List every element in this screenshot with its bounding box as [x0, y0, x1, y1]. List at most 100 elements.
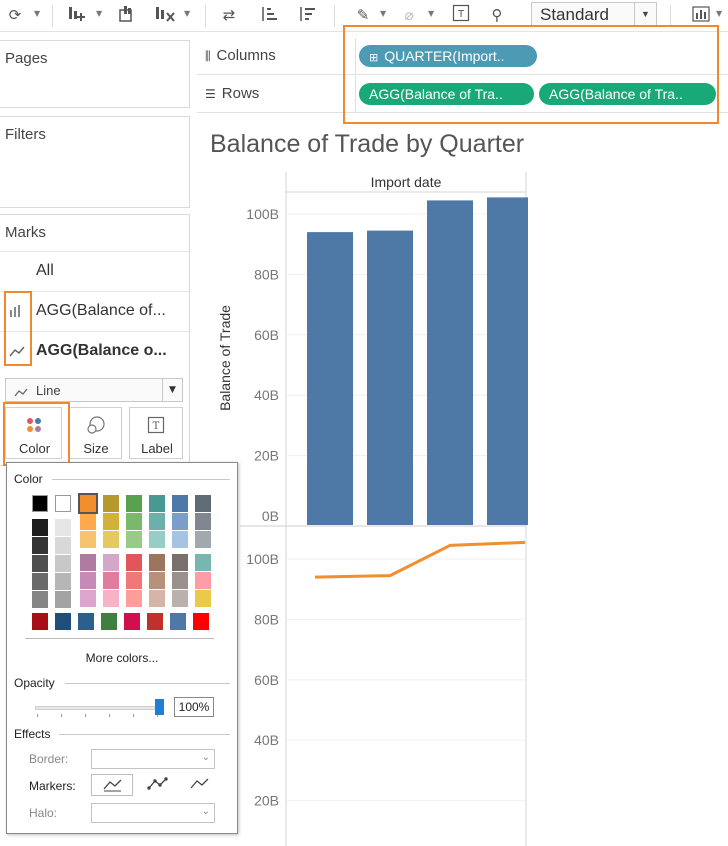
- markers-none-option[interactable]: [91, 774, 133, 796]
- color-swatch[interactable]: [172, 554, 188, 571]
- quarter-pill[interactable]: ⊞ QUARTER(Import..: [359, 45, 537, 67]
- color-button[interactable]: Color: [5, 407, 62, 459]
- marks-all-row[interactable]: All: [0, 251, 189, 291]
- color-swatch[interactable]: [172, 590, 188, 607]
- label-button[interactable]: T Label: [129, 407, 183, 459]
- opacity-value-field[interactable]: 100%: [174, 697, 214, 717]
- clear-sheet-icon[interactable]: [154, 4, 176, 26]
- marks-item-line[interactable]: AGG(Balance o...: [0, 331, 189, 371]
- attach-dropdown-icon[interactable]: ▼: [428, 9, 434, 18]
- color-swatch[interactable]: [124, 613, 140, 630]
- rows-shelf[interactable]: ☰ Rows AGG(Balance of Tra.. AGG(Balance o…: [197, 76, 728, 113]
- size-button[interactable]: Size: [68, 407, 122, 459]
- show-me-icon[interactable]: [690, 4, 712, 26]
- color-swatch[interactable]: [32, 555, 48, 572]
- color-swatch[interactable]: [55, 573, 71, 590]
- color-swatch[interactable]: [195, 513, 211, 530]
- refresh-icon[interactable]: ⟳: [4, 4, 26, 26]
- color-swatch[interactable]: [126, 572, 142, 589]
- color-swatch[interactable]: [103, 572, 119, 589]
- color-swatch[interactable]: [103, 590, 119, 607]
- color-swatch[interactable]: [126, 531, 142, 548]
- markers-some-option[interactable]: [137, 774, 177, 796]
- color-swatch[interactable]: [80, 572, 96, 589]
- show-me-dropdown-icon[interactable]: ▼: [716, 9, 722, 18]
- color-swatch[interactable]: [193, 613, 209, 630]
- color-swatch[interactable]: [195, 554, 211, 571]
- highlight-icon[interactable]: ✎: [352, 4, 374, 26]
- color-swatch[interactable]: [149, 513, 165, 530]
- expand-plus-icon[interactable]: ⊞: [369, 51, 378, 64]
- color-swatch[interactable]: [32, 519, 48, 536]
- color-swatch[interactable]: [32, 591, 48, 608]
- color-swatch[interactable]: [172, 572, 188, 589]
- bar[interactable]: [427, 200, 473, 525]
- attach-icon[interactable]: ⌀: [398, 4, 420, 26]
- sort-ascending-icon[interactable]: [258, 4, 280, 26]
- more-colors-link[interactable]: More colors...: [7, 651, 237, 665]
- color-swatch[interactable]: [149, 590, 165, 607]
- color-swatch[interactable]: [149, 531, 165, 548]
- color-swatch[interactable]: [103, 513, 119, 530]
- balance-pill-1[interactable]: AGG(Balance of Tra..: [359, 83, 534, 105]
- color-swatch[interactable]: [32, 573, 48, 590]
- color-swatch[interactable]: [126, 513, 142, 530]
- bar[interactable]: [307, 232, 353, 525]
- marks-item-bar[interactable]: AGG(Balance of...: [0, 291, 189, 331]
- color-swatch[interactable]: [55, 519, 71, 536]
- color-swatch[interactable]: [55, 613, 71, 630]
- line-path[interactable]: [314, 540, 526, 579]
- swap-icon[interactable]: ⇄: [218, 4, 240, 26]
- color-swatch[interactable]: [55, 555, 71, 572]
- color-swatch[interactable]: [55, 495, 71, 512]
- mark-type-dropdown[interactable]: Line ▼: [5, 378, 183, 402]
- color-swatch[interactable]: [55, 591, 71, 608]
- color-swatch[interactable]: [149, 572, 165, 589]
- color-swatch[interactable]: [149, 554, 165, 571]
- pin-icon[interactable]: ⚲: [486, 4, 508, 26]
- color-swatch[interactable]: [80, 590, 96, 607]
- color-swatch[interactable]: [172, 513, 188, 530]
- color-swatch[interactable]: [101, 613, 117, 630]
- opacity-slider-track[interactable]: [35, 706, 159, 710]
- clear-dropdown-icon[interactable]: ▼: [184, 9, 190, 18]
- color-swatch[interactable]: [55, 537, 71, 554]
- color-swatch[interactable]: [103, 495, 119, 512]
- view-size-dropdown[interactable]: Standard ▼: [531, 2, 657, 27]
- color-swatch[interactable]: [195, 572, 211, 589]
- sort-descending-icon[interactable]: [296, 4, 318, 26]
- color-swatch[interactable]: [195, 531, 211, 548]
- color-swatch[interactable]: [80, 554, 96, 571]
- color-swatch[interactable]: [80, 531, 96, 548]
- color-swatch[interactable]: [80, 513, 96, 530]
- color-swatch[interactable]: [195, 495, 211, 512]
- columns-shelf[interactable]: ⫼ Columns ⊞ QUARTER(Import..: [197, 38, 728, 75]
- opacity-slider-thumb[interactable]: [155, 699, 164, 715]
- refresh-dropdown-icon[interactable]: ▼: [34, 9, 40, 18]
- color-swatch[interactable]: [103, 554, 119, 571]
- color-swatch[interactable]: [32, 613, 48, 630]
- border-dropdown[interactable]: ⌄: [91, 749, 215, 769]
- color-swatch[interactable]: [149, 495, 165, 512]
- color-swatch[interactable]: [147, 613, 163, 630]
- color-swatch[interactable]: [126, 590, 142, 607]
- color-swatch[interactable]: [126, 554, 142, 571]
- color-swatch[interactable]: [172, 495, 188, 512]
- color-swatch[interactable]: [195, 590, 211, 607]
- halo-dropdown[interactable]: ⌄: [91, 803, 215, 823]
- color-swatch[interactable]: [172, 531, 188, 548]
- bar[interactable]: [487, 197, 528, 525]
- balance-pill-2[interactable]: AGG(Balance of Tra..: [539, 83, 716, 105]
- color-swatch[interactable]: [170, 613, 186, 630]
- color-swatch[interactable]: [32, 537, 48, 554]
- color-swatch[interactable]: [78, 613, 94, 630]
- markers-all-option[interactable]: [179, 774, 219, 796]
- bar[interactable]: [367, 230, 413, 526]
- new-worksheet-icon[interactable]: [66, 4, 88, 26]
- highlight-dropdown-icon[interactable]: ▼: [380, 9, 386, 18]
- color-swatch[interactable]: [32, 495, 48, 512]
- new-worksheet-dropdown-icon[interactable]: ▼: [96, 9, 102, 18]
- color-swatch[interactable]: [126, 495, 142, 512]
- color-swatch[interactable]: [103, 531, 119, 548]
- text-box-icon[interactable]: T: [450, 4, 472, 26]
